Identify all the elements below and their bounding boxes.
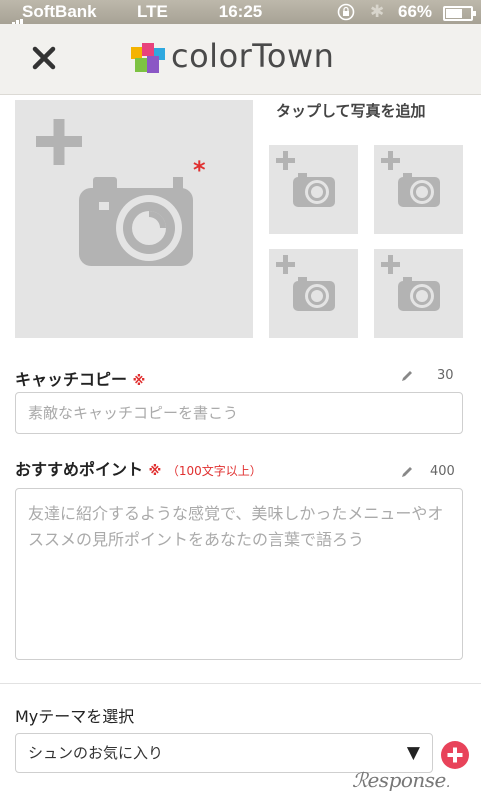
pencil-icon xyxy=(402,371,412,381)
my-theme-select[interactable]: シュンのお気に入り ▼ xyxy=(15,733,433,773)
required-note: （100文字以上） xyxy=(166,464,262,478)
photo-thumb-1[interactable] xyxy=(269,145,358,234)
my-theme-selected-value: シュンのお気に入り xyxy=(28,744,164,762)
photo-thumb-4[interactable] xyxy=(374,249,463,338)
recommend-point-placeholder: 友達に紹介するような感覚で、美味しかったメニューやオススメの見所ポイントをあなた… xyxy=(28,504,444,549)
camera-plus-icon xyxy=(381,255,440,311)
pencil-icon xyxy=(402,467,412,477)
required-mark: ※ xyxy=(148,464,162,479)
recommend-point-label-row: おすすめポイント ※ （100文字以上） xyxy=(15,456,262,480)
catch-copy-label-row: キャッチコピー ※ xyxy=(15,366,145,390)
recommend-point-max-chars: 400 xyxy=(430,464,455,479)
app-header: colorTown xyxy=(0,24,481,95)
close-icon[interactable] xyxy=(26,40,62,76)
catch-copy-input[interactable]: 素敵なキャッチコピーを書こう xyxy=(15,392,463,434)
colortown-logo-icon xyxy=(131,43,165,73)
camera-plus-icon xyxy=(381,151,440,207)
watermark-dot: . xyxy=(445,775,450,791)
my-theme-label: Myテーマを選択 xyxy=(15,707,135,726)
catch-copy-label: キャッチコピー xyxy=(15,370,128,389)
response-watermark: ℛesponse. xyxy=(352,768,450,792)
camera-plus-icon xyxy=(276,151,335,207)
watermark-text: esponse xyxy=(367,768,446,792)
battery-icon xyxy=(443,6,476,21)
camera-plus-icon xyxy=(36,119,193,266)
catch-copy-max-chars: 30 xyxy=(437,368,454,383)
add-photo-hint: タップして写真を追加 xyxy=(276,102,426,120)
required-mark: ※ xyxy=(132,374,146,389)
main-photo-slot[interactable]: * xyxy=(15,100,253,338)
camera-plus-icon xyxy=(276,255,335,311)
section-divider xyxy=(0,683,481,684)
response-logo-r-icon: ℛ xyxy=(352,768,368,792)
add-theme-icon[interactable] xyxy=(440,740,470,770)
recommend-point-textarea[interactable]: 友達に紹介するような感覚で、美味しかったメニューやオススメの見所ポイントをあなた… xyxy=(15,488,463,660)
logo-text: colorTown xyxy=(171,37,335,75)
battery-percent: 66% xyxy=(398,2,433,21)
dropdown-arrow-icon: ▼ xyxy=(406,743,420,763)
photo-thumb-2[interactable] xyxy=(374,145,463,234)
required-asterisk: * xyxy=(193,156,206,184)
bluetooth-icon: ✱ xyxy=(370,2,385,21)
photo-thumb-3[interactable] xyxy=(269,249,358,338)
rotation-lock-icon xyxy=(337,3,355,21)
catch-copy-placeholder: 素敵なキャッチコピーを書こう xyxy=(28,404,239,422)
recommend-point-label: おすすめポイント xyxy=(15,460,144,479)
status-bar: SoftBank LTE 16:25 ✱ 66% xyxy=(0,0,481,31)
